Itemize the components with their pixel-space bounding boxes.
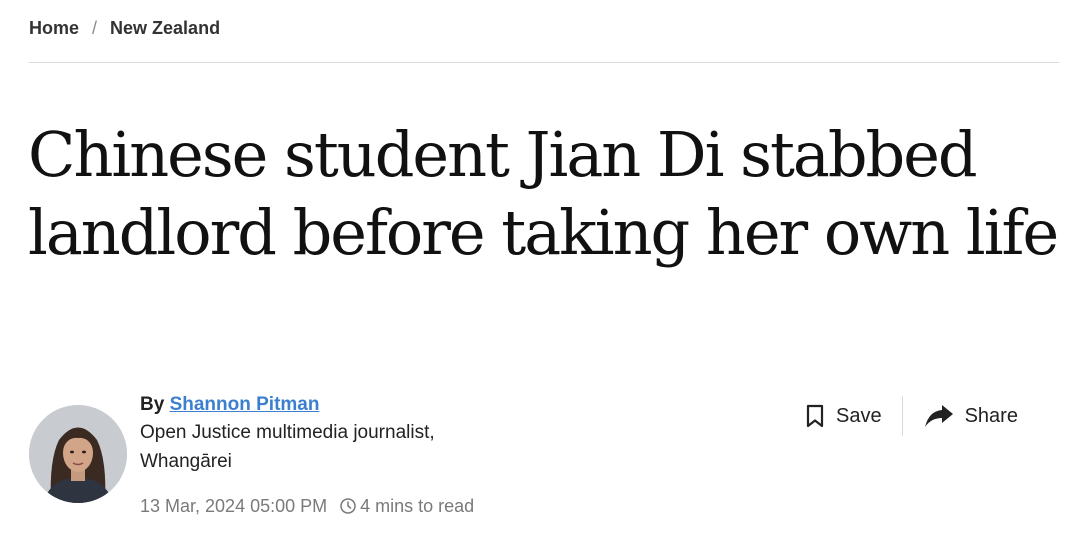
share-button[interactable]: Share [923, 403, 1018, 429]
article-meta: 13 Mar, 2024 05:00 PM 4 mins to read [140, 493, 474, 519]
breadcrumb-separator: / [92, 17, 98, 38]
author-name-link[interactable]: Shannon Pitman [170, 394, 320, 415]
breadcrumb-section-link[interactable]: New Zealand [110, 18, 220, 39]
article-actions: Save Share [804, 396, 1018, 436]
publish-date: 13 Mar, 2024 05:00 PM [140, 495, 328, 516]
breadcrumb: Home / New Zealand [29, 16, 220, 40]
save-button[interactable]: Save [804, 403, 882, 429]
share-arrow-icon [924, 405, 953, 427]
save-label: Save [836, 404, 882, 427]
read-time-label: 4 mins to read [360, 495, 475, 516]
author-portrait-image [29, 405, 127, 503]
read-time: 4 mins to read [339, 496, 474, 517]
author-byline: By Shannon Pitman Open Justice multimedi… [140, 392, 435, 476]
article-headline: Chinese student Jian Di stabbed landlord… [28, 118, 1059, 269]
header-divider [29, 62, 1059, 63]
share-label: Share [964, 404, 1018, 427]
actions-divider [901, 396, 903, 436]
byline-prefix: By [140, 394, 165, 415]
bookmark-icon [806, 404, 824, 428]
author-role: Open Justice multimedia journalist, [140, 422, 435, 443]
author-location: Whangārei [140, 451, 232, 472]
author-avatar[interactable] [29, 405, 127, 503]
clock-icon [340, 498, 356, 514]
breadcrumb-home-link[interactable]: Home [29, 18, 79, 39]
